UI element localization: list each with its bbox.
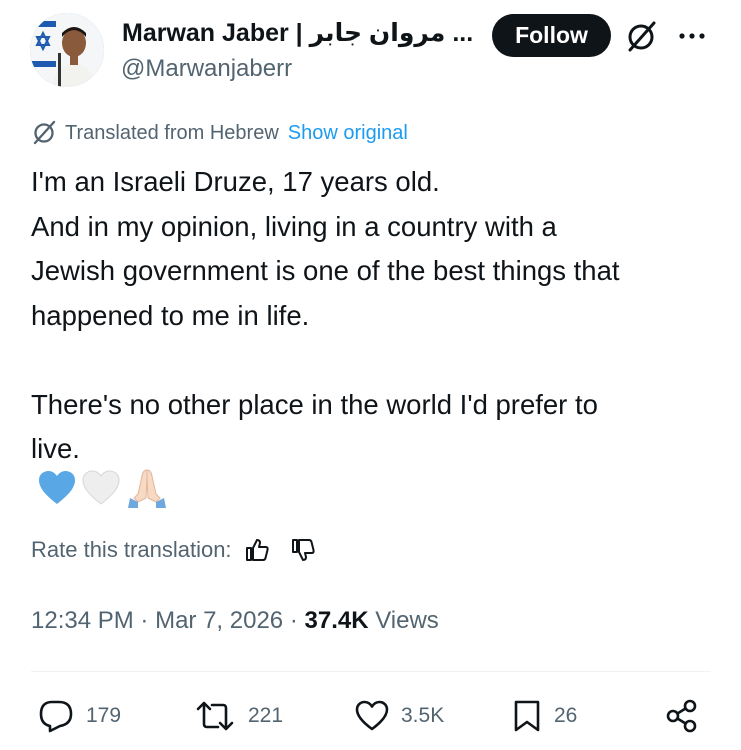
tweet-meta: 12:34 PM · Mar 7, 2026 · 37.4K Views [31, 607, 439, 635]
like-count: 3.5K [401, 704, 445, 727]
blue-heart-icon [38, 470, 76, 511]
tweet-line: happened to me in life. [31, 299, 310, 331]
views-label: Views [375, 607, 439, 634]
like-button[interactable]: 3.5K [355, 690, 444, 742]
meta-separator: · [140, 607, 156, 634]
avatar[interactable] [30, 13, 104, 87]
tweet-header: Marwan Jaber | مروان جابر ... @Marwanjab… [0, 0, 741, 100]
translation-source: Translated from Hebrew [65, 121, 279, 144]
bookmark-count: 26 [554, 704, 578, 727]
emoji-row [38, 468, 174, 513]
translate-icon [33, 120, 56, 145]
repost-count: 221 [248, 704, 284, 727]
repost-icon [196, 701, 234, 731]
bookmark-button[interactable]: 26 [512, 690, 577, 742]
rate-translation: Rate this translation: [31, 537, 316, 563]
reply-icon [39, 700, 73, 733]
post-time[interactable]: 12:34 PM [31, 607, 134, 634]
tweet-line: I'm an Israeli Druze, 17 years old. [31, 166, 440, 197]
more-icon[interactable] [676, 22, 708, 50]
tweet-line: live. [31, 433, 80, 464]
action-bar: 179 221 3.5K 26 [0, 690, 741, 742]
follow-button[interactable]: Follow [492, 14, 611, 57]
tweet-line: Jewish government is one of the best thi… [31, 255, 620, 286]
share-button[interactable] [664, 690, 712, 742]
thumbs-up-icon[interactable] [244, 537, 270, 563]
grok-icon[interactable] [624, 20, 658, 54]
like-icon [355, 700, 389, 731]
divider [31, 671, 711, 672]
tweet-line: And in my opinion, living in a country w… [31, 210, 557, 242]
handle[interactable]: @Marwanjaberr [121, 55, 292, 83]
reply-count: 179 [86, 704, 122, 727]
rate-label: Rate this translation: [31, 537, 232, 562]
translation-notice: Translated from Hebrew Show original [31, 119, 408, 147]
show-original-link[interactable]: Show original [288, 122, 408, 145]
display-name[interactable]: Marwan Jaber | مروان جابر ... [122, 18, 473, 48]
bookmark-icon [514, 700, 540, 732]
post-date[interactable]: Mar 7, 2026 [155, 607, 283, 634]
folded-hands-icon [126, 468, 168, 513]
views-count: 37.4K [304, 607, 369, 634]
share-icon [666, 699, 697, 733]
thumbs-down-icon[interactable] [290, 537, 316, 563]
meta-separator: · [289, 607, 305, 634]
tweet-line: There's no other place in the world I'd … [31, 388, 598, 420]
repost-button[interactable]: 221 [194, 690, 283, 742]
tweet-text: I'm an Israeli Druze, 17 years old. And … [31, 160, 721, 472]
white-heart-icon [82, 470, 120, 511]
reply-button[interactable]: 179 [38, 690, 121, 742]
